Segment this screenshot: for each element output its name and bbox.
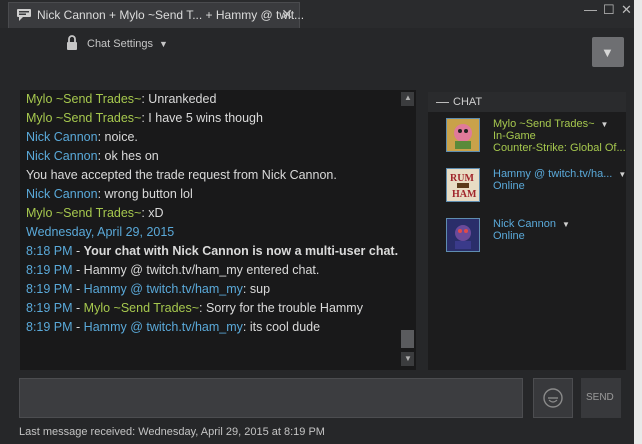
message-list: Mylo ~Send Trades~: Unrankeded Mylo ~Send… bbox=[26, 90, 402, 337]
dropdown-menu-button[interactable]: ▼ bbox=[592, 37, 624, 67]
chat-message: Nick Cannon: wrong button lol bbox=[26, 185, 402, 204]
friend-entry[interactable]: Nick Cannon ▼ Online bbox=[446, 218, 626, 256]
chat-message: Wednesday, April 29, 2015 bbox=[26, 223, 402, 242]
lock-icon bbox=[67, 35, 77, 50]
tab-title: Nick Cannon + Mylo ~Send T... + Hammy @ … bbox=[37, 8, 305, 22]
arrow-up-icon: ▲ bbox=[404, 93, 412, 102]
minimize-icon[interactable]: — bbox=[584, 2, 597, 17]
message-sender[interactable]: Hammy @ twitch.tv/ham_my bbox=[84, 320, 243, 334]
message-text: : noice. bbox=[97, 130, 138, 144]
friend-status: Online bbox=[493, 230, 525, 242]
friends-panel-title: CHAT bbox=[453, 96, 483, 108]
message-text: : I have 5 wins though bbox=[141, 111, 263, 125]
emoticon-button[interactable] bbox=[533, 378, 573, 418]
chat-log[interactable]: Mylo ~Send Trades~: Unrankeded Mylo ~Send… bbox=[20, 90, 416, 370]
chat-settings-label: Chat Settings bbox=[87, 38, 154, 50]
chat-message: Mylo ~Send Trades~: xD bbox=[26, 204, 402, 223]
arrow-down-icon: ▼ bbox=[404, 354, 412, 363]
message-sender[interactable]: Hammy @ twitch.tv/ham_my bbox=[84, 282, 243, 296]
friend-entry[interactable]: RUM HAM Hammy @ twitch.tv/ha... ▼ Online bbox=[446, 168, 626, 206]
message-timestamp: 8:19 PM bbox=[26, 282, 73, 296]
message-sender[interactable]: Mylo ~Send Trades~ bbox=[26, 111, 141, 125]
date-separator: Wednesday, April 29, 2015 bbox=[26, 225, 175, 239]
chat-message: 8:19 PM - Hammy @ twitch.tv/ham_my enter… bbox=[26, 261, 402, 280]
timestamp-separator: - bbox=[72, 244, 84, 258]
title-bar: Nick Cannon + Mylo ~Send T... + Hammy @ … bbox=[0, 0, 642, 28]
message-text: Hammy @ twitch.tv/ham_my entered chat. bbox=[83, 263, 320, 277]
chat-message: 8:19 PM - Hammy @ twitch.tv/ham_my: its … bbox=[26, 318, 402, 337]
timestamp-separator: - bbox=[72, 263, 84, 277]
message-text: : its cool dude bbox=[242, 320, 321, 334]
friend-entry[interactable]: Mylo ~Send Trades~ ▼ In-Game Counter-Strike… bbox=[446, 118, 626, 156]
avatar[interactable]: RUM HAM bbox=[446, 168, 480, 202]
avatar[interactable] bbox=[446, 118, 480, 152]
send-button[interactable]: SEND bbox=[581, 378, 621, 418]
friend-game: Counter-Strike: Global Of... bbox=[493, 142, 626, 154]
message-text: : Sorry for the trouble Hammy bbox=[199, 301, 363, 315]
svg-text:HAM: HAM bbox=[452, 189, 477, 200]
message-timestamp: 8:18 PM bbox=[26, 244, 73, 258]
scrollbar-thumb[interactable] bbox=[401, 330, 414, 348]
chevron-down-icon: ▼ bbox=[159, 39, 168, 49]
message-sender[interactable]: Nick Cannon bbox=[26, 187, 98, 201]
chevron-down-icon[interactable]: ▼ bbox=[562, 220, 570, 229]
message-timestamp: 8:19 PM bbox=[26, 320, 73, 334]
friend-name: Nick Cannon ▼ bbox=[493, 218, 570, 230]
svg-text:RUM: RUM bbox=[450, 173, 474, 184]
chat-message: 8:18 PM - Your chat with Nick Cannon is … bbox=[26, 242, 402, 261]
message-timestamp: 8:19 PM bbox=[26, 263, 73, 277]
friend-status: Online bbox=[493, 180, 525, 192]
message-text: : sup bbox=[242, 282, 271, 296]
message-input[interactable] bbox=[19, 378, 523, 418]
message-sender[interactable]: Nick Cannon bbox=[26, 149, 98, 163]
chat-message: 8:19 PM - Hammy @ twitch.tv/ham_my: sup bbox=[26, 280, 402, 299]
scroll-up-button[interactable]: ▲ bbox=[401, 92, 414, 106]
chevron-down-icon[interactable]: ▼ bbox=[618, 170, 626, 179]
timestamp-separator: - bbox=[72, 282, 84, 296]
window-close-icon[interactable]: ✕ bbox=[621, 2, 632, 18]
chat-message: Mylo ~Send Trades~: I have 5 wins though bbox=[26, 109, 402, 128]
message-text: : Unrankeded bbox=[141, 92, 217, 106]
last-message-status: Last message received: Wednesday, April … bbox=[19, 426, 325, 438]
close-tab-icon[interactable]: ✕ bbox=[281, 6, 293, 23]
message-text: You have accepted the trade request from… bbox=[26, 168, 337, 182]
scroll-down-button[interactable]: ▼ bbox=[401, 352, 414, 366]
system-message-text: Your chat with Nick Cannon is now a mult… bbox=[83, 244, 399, 258]
friend-name: Hammy @ twitch.tv/ha... ▼ bbox=[493, 168, 627, 180]
chat-bubble-icon bbox=[17, 9, 31, 21]
send-button-label: SEND bbox=[586, 392, 614, 403]
chat-message: Mylo ~Send Trades~: Unrankeded bbox=[26, 90, 402, 109]
message-text: : xD bbox=[141, 206, 164, 220]
friend-name: Mylo ~Send Trades~ ▼ bbox=[493, 118, 609, 130]
message-sender[interactable]: Nick Cannon bbox=[26, 130, 98, 144]
chat-message: 8:19 PM - Mylo ~Send Trades~: Sorry for … bbox=[26, 299, 402, 318]
collapse-icon[interactable]: — bbox=[436, 94, 449, 109]
chevron-down-icon: ▼ bbox=[601, 45, 614, 60]
friends-panel: — CHAT Mylo ~Send Trades~ ▼ In-Game Counter… bbox=[428, 92, 626, 370]
message-sender[interactable]: Mylo ~Send Trades~ bbox=[84, 301, 199, 315]
message-text: : wrong button lol bbox=[97, 187, 193, 201]
chat-message: Nick Cannon: ok hes on bbox=[26, 147, 402, 166]
message-timestamp: 8:19 PM bbox=[26, 301, 73, 315]
chat-window: Nick Cannon + Mylo ~Send T... + Hammy @ … bbox=[0, 0, 642, 444]
maximize-icon[interactable]: ☐ bbox=[603, 2, 615, 18]
background-window-edge bbox=[634, 0, 642, 444]
timestamp-separator: - bbox=[72, 301, 84, 315]
smiley-icon bbox=[543, 388, 563, 408]
message-sender[interactable]: Mylo ~Send Trades~ bbox=[26, 206, 141, 220]
chevron-down-icon[interactable]: ▼ bbox=[601, 120, 609, 129]
chat-tab[interactable]: Nick Cannon + Mylo ~Send T... + Hammy @ … bbox=[8, 2, 304, 28]
message-text: : ok hes on bbox=[97, 149, 159, 163]
friend-status: In-Game bbox=[493, 130, 536, 142]
chat-message: Nick Cannon: noice. bbox=[26, 128, 402, 147]
avatar[interactable] bbox=[446, 218, 480, 252]
friends-panel-header[interactable]: — CHAT bbox=[428, 92, 626, 112]
chat-message: You have accepted the trade request from… bbox=[26, 166, 402, 185]
timestamp-separator: - bbox=[72, 320, 84, 334]
message-sender[interactable]: Mylo ~Send Trades~ bbox=[26, 92, 141, 106]
